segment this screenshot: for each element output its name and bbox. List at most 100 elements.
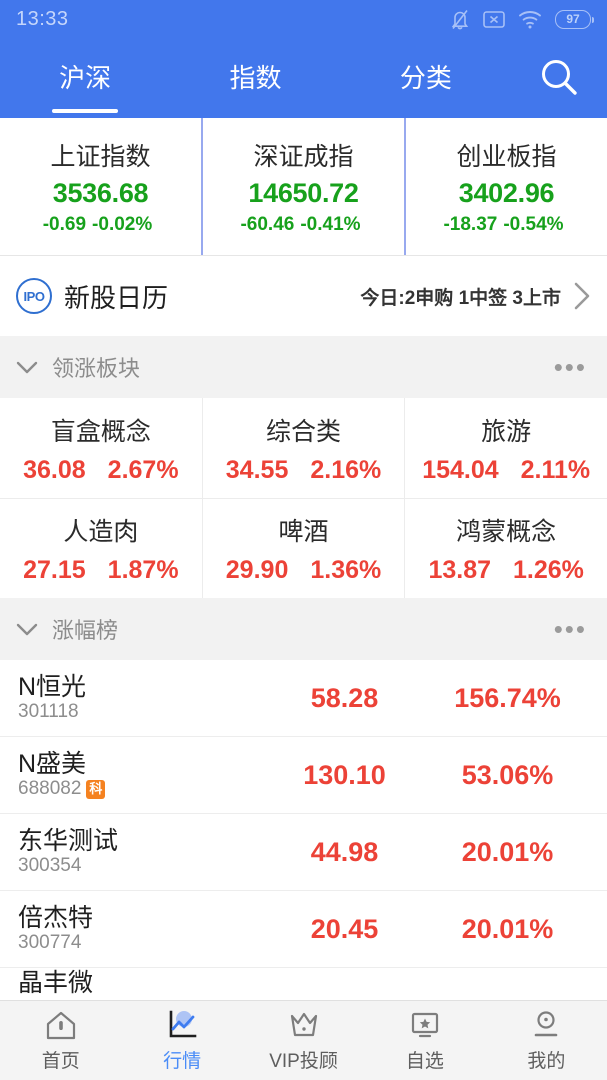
index-value: 3536.68 (52, 178, 149, 208)
stock-percent: 20.01% (461, 913, 554, 944)
stock-code: 301118 (18, 701, 79, 723)
table-row-clipped[interactable]: 晶丰微 (0, 968, 607, 994)
stock-name: N恒光 (18, 672, 87, 701)
sector-percent: 2.11% (520, 455, 591, 484)
status-bar: 13:33 97 (0, 0, 607, 38)
index-value: 14650.72 (248, 178, 359, 208)
nav-item-home[interactable]: 首页 (0, 1008, 121, 1073)
index-name: 深证成指 (253, 143, 354, 171)
user-icon (529, 1008, 563, 1042)
sector-row: 人造肉 27.15 1.87% 啤酒 29.90 1.36% 鸿蒙概念 13.8… (0, 498, 607, 598)
index-card-row: 上证指数 3536.68 -0.69 -0.02% 深证成指 14650.72 -… (0, 118, 607, 256)
stock-code: 688082 (18, 778, 82, 800)
index-name: 上证指数 (50, 143, 151, 171)
home-icon (44, 1008, 78, 1042)
sector-values: 36.08 2.67% (23, 456, 178, 485)
index-card-chinext[interactable]: 创业板指 3402.96 -18.37 -0.54% (404, 118, 607, 255)
sector-percent: 1.26% (513, 556, 584, 584)
ipo-calendar-row[interactable]: IPO 新股日历 今日:2申购 1中签 3上市 (0, 256, 607, 336)
index-change-pct: -0.02% (92, 214, 153, 235)
search-button[interactable] (511, 57, 607, 99)
sector-percent: 1.36% (310, 556, 382, 584)
table-row[interactable]: N盛美 688082 科 130.10 53.06% (0, 737, 607, 814)
wifi-icon (519, 10, 541, 28)
stock-percent: 156.74% (454, 682, 561, 713)
sector-cell-beer[interactable]: 啤酒 29.90 1.36% (201, 499, 405, 598)
sector-values: 13.87 1.26% (428, 556, 583, 585)
sector-cell-harmonyos[interactable]: 鸿蒙概念 13.87 1.26% (404, 499, 607, 598)
sector-name: 旅游 (481, 417, 532, 446)
sector-percent: 2.16% (310, 455, 382, 484)
sectors-more-icon[interactable]: ••• (554, 354, 587, 380)
sector-value: 29.90 (225, 556, 289, 584)
battery-level: 97 (566, 12, 580, 26)
index-card-shenzhen[interactable]: 深证成指 14650.72 -60.46 -0.41% (201, 118, 404, 255)
star-market-tag: 科 (86, 779, 106, 799)
sector-name: 盲盒概念 (50, 417, 151, 446)
sector-value: 13.87 (428, 556, 492, 584)
sector-cell-conglomerate[interactable]: 综合类 34.55 2.16% (201, 398, 405, 498)
ipo-title: 新股日历 (64, 282, 169, 313)
stock-price: 58.28 (310, 682, 379, 713)
nav-item-profile[interactable]: 我的 (486, 1008, 607, 1073)
sectors-section-title: 领涨板块 (52, 356, 141, 381)
sector-name: 人造肉 (63, 518, 139, 546)
stock-price: 130.10 (303, 759, 386, 790)
index-change-abs: -18.37 (443, 214, 498, 235)
gainers-list: N恒光 301118 58.28 156.74% N盛美 688082 科 13… (0, 660, 607, 1000)
index-value: 3402.96 (458, 178, 555, 208)
chevron-down-icon[interactable] (14, 358, 40, 376)
stock-code-line: 688082 科 (18, 779, 263, 799)
nav-label: 我的 (527, 1051, 566, 1072)
bottom-navigation: 首页 行情 VIP投顾 自选 我的 (0, 1000, 607, 1080)
search-icon (542, 60, 577, 95)
status-time: 13:33 (16, 7, 69, 30)
sector-cell-tourism[interactable]: 旅游 154.04 2.11% (404, 398, 607, 498)
nav-label: 自选 (405, 1051, 444, 1072)
nav-item-watchlist[interactable]: 自选 (364, 1008, 485, 1073)
sector-value: 27.15 (23, 556, 86, 584)
table-row[interactable]: 东华测试 300354 44.98 20.01% (0, 814, 607, 891)
gainers-section-title: 涨幅榜 (52, 618, 119, 643)
sector-cell-artificialmeat[interactable]: 人造肉 27.15 1.87% (0, 499, 202, 598)
table-row[interactable]: 倍杰特 300774 20.45 20.01% (0, 891, 607, 968)
table-row[interactable]: N恒光 301118 58.28 156.74% (0, 660, 607, 737)
stock-name: 晶丰微 (18, 969, 94, 994)
index-change-pct: -0.54% (503, 214, 564, 235)
sector-row: 盲盒概念 36.08 2.67% 综合类 34.55 2.16% 旅游 154.… (0, 398, 607, 498)
sector-name: 鸿蒙概念 (456, 518, 557, 546)
sector-value: 36.08 (23, 455, 86, 484)
index-change: -18.37 -0.54% (443, 214, 569, 236)
battery-icon: 97 (555, 9, 594, 29)
nav-item-markets[interactable]: 行情 (121, 1008, 242, 1073)
stock-price: 44.98 (310, 836, 379, 867)
tab-fenlei[interactable]: 分类 (341, 58, 511, 99)
nav-label: VIP投顾 (269, 1051, 338, 1072)
bell-muted-icon (451, 10, 469, 30)
stock-price: 20.45 (310, 913, 379, 944)
index-change-pct: -0.41% (300, 214, 361, 235)
tab-hushen[interactable]: 沪深 (0, 58, 170, 99)
chevron-down-icon[interactable] (14, 620, 40, 638)
chevron-right-icon (574, 282, 590, 310)
ipo-left: IPO 新股日历 (16, 278, 360, 315)
sector-percent: 2.67% (107, 455, 179, 484)
sector-name: 啤酒 (278, 518, 329, 546)
sector-cell-blindbox[interactable]: 盲盒概念 36.08 2.67% (0, 398, 202, 498)
stock-identity: 倍杰特 300774 (18, 905, 263, 953)
sector-value: 154.04 (422, 455, 499, 484)
chart-icon (165, 1008, 199, 1042)
top-tab-bar: 沪深 指数 分类 (0, 38, 607, 118)
monitor-star-icon (408, 1008, 442, 1042)
nav-item-vip-advisor[interactable]: VIP投顾 (243, 1008, 364, 1073)
tab-zhishu[interactable]: 指数 (170, 58, 340, 99)
nav-label: 首页 (41, 1051, 80, 1072)
app-root: 13:33 97 沪深 指数 分类 上证指数 3536.68 -0.69 -0.… (0, 0, 607, 1080)
sector-values: 29.90 1.36% (226, 556, 381, 585)
stock-code: 300774 (18, 932, 82, 954)
stock-name: 东华测试 (18, 826, 119, 855)
gainers-more-icon[interactable]: ••• (554, 616, 587, 642)
status-icons: 97 (450, 8, 594, 30)
tab-list: 沪深 指数 分类 (0, 58, 511, 99)
index-card-shanghai[interactable]: 上证指数 3536.68 -0.69 -0.02% (0, 118, 201, 255)
